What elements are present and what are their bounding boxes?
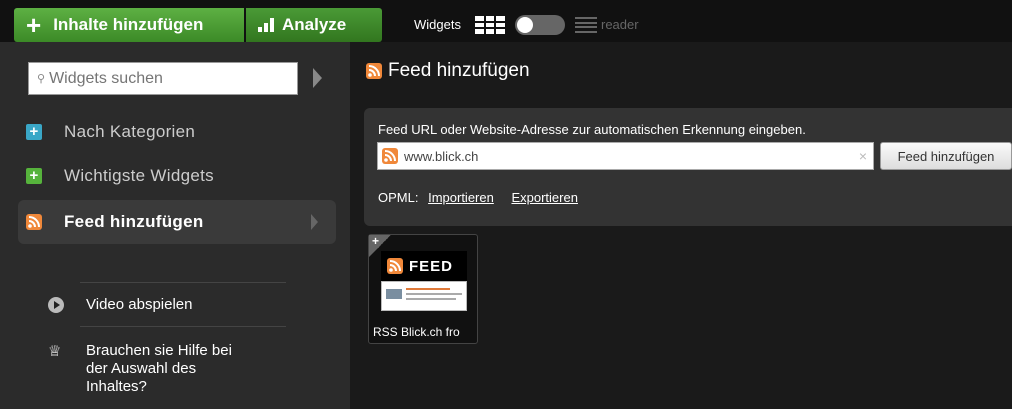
help-text: Brauchen sie Hilfe bei der Auswahl des I… (86, 342, 232, 396)
video-help-link[interactable]: Video abspielen (48, 296, 192, 313)
page-title: Feed hinzufügen (366, 60, 530, 82)
plus-icon: + (26, 168, 42, 184)
add-feed-panel: Feed URL oder Website-Adresse zur automa… (364, 108, 1012, 226)
toggle-knob (517, 17, 533, 33)
divider (80, 282, 286, 283)
clear-icon[interactable]: × (859, 148, 867, 164)
card-header-label: FEED (409, 257, 454, 275)
divider (80, 326, 286, 327)
view-toggle[interactable] (515, 15, 565, 35)
add-content-button[interactable]: + Inhalte hinzufügen (14, 8, 244, 42)
card-thumbnail (381, 281, 467, 311)
add-feed-button[interactable]: Feed hinzufügen (880, 142, 1012, 170)
opml-label: OPML: (378, 190, 419, 205)
feed-widget-card[interactable]: + FEED RSS Blick.ch fro (368, 234, 478, 344)
play-icon (48, 297, 64, 313)
card-header: FEED (381, 251, 467, 281)
import-link[interactable]: Importieren (428, 190, 494, 205)
page-title-text: Feed hinzufügen (388, 60, 530, 81)
top-toolbar: + Inhalte hinzufügen Analyze Widgets rea… (0, 0, 1012, 42)
sidebar-item-label: Nach Kategorien (64, 122, 196, 141)
export-link[interactable]: Exportieren (511, 190, 577, 205)
video-label: Video abspielen (86, 296, 193, 313)
sidebar-item-label: Wichtigste Widgets (64, 166, 214, 185)
widget-search-input[interactable] (49, 69, 270, 88)
feed-url-field[interactable]: × (377, 142, 874, 170)
sidebar: ⚲ + Nach Kategorien + Wichtigste Widgets… (0, 42, 350, 409)
help-hint[interactable]: ♕ Brauchen sie Hilfe bei der Auswahl des… (48, 342, 232, 396)
reader-view-label[interactable]: reader (601, 17, 639, 32)
sidebar-item-categories[interactable]: + Nach Kategorien (18, 110, 336, 154)
rss-icon (382, 148, 398, 164)
rss-icon (26, 214, 42, 230)
help-line: Brauchen sie Hilfe bei (86, 342, 232, 359)
widgets-view-label: Widgets (414, 17, 461, 32)
main-content: Feed hinzufügen Feed URL oder Website-Ad… (350, 42, 1012, 409)
widget-search-box[interactable]: ⚲ (28, 62, 298, 95)
rss-icon (366, 63, 382, 79)
plus-icon: + (26, 124, 42, 140)
crown-icon: ♕ (48, 343, 62, 360)
sidebar-item-label: Feed hinzufügen (64, 212, 204, 231)
help-line: der Auswahl des (86, 360, 197, 377)
help-line: Inhaltes? (86, 378, 147, 395)
search-icon: ⚲ (37, 73, 46, 85)
analyze-button[interactable]: Analyze (246, 8, 382, 42)
chevron-right-icon (311, 214, 318, 230)
bar-chart-icon (258, 18, 274, 32)
card-title: RSS Blick.ch fro (373, 325, 460, 339)
feed-instruction: Feed URL oder Website-Adresse zur automa… (378, 122, 806, 137)
sidebar-item-top-widgets[interactable]: + Wichtigste Widgets (18, 154, 336, 198)
analyze-label: Analyze (282, 15, 347, 34)
widgets-grid-icon[interactable] (475, 16, 505, 34)
plus-icon: + (26, 10, 42, 40)
feed-url-input[interactable] (404, 148, 844, 164)
add-content-label: Inhalte hinzufügen (53, 15, 204, 34)
opml-row: OPML: Importieren Exportieren (378, 190, 578, 205)
sidebar-item-add-feed[interactable]: Feed hinzufügen (18, 200, 336, 244)
rss-icon (387, 258, 403, 274)
search-go-arrow-icon[interactable] (313, 68, 322, 88)
reader-lines-icon[interactable] (575, 17, 597, 33)
